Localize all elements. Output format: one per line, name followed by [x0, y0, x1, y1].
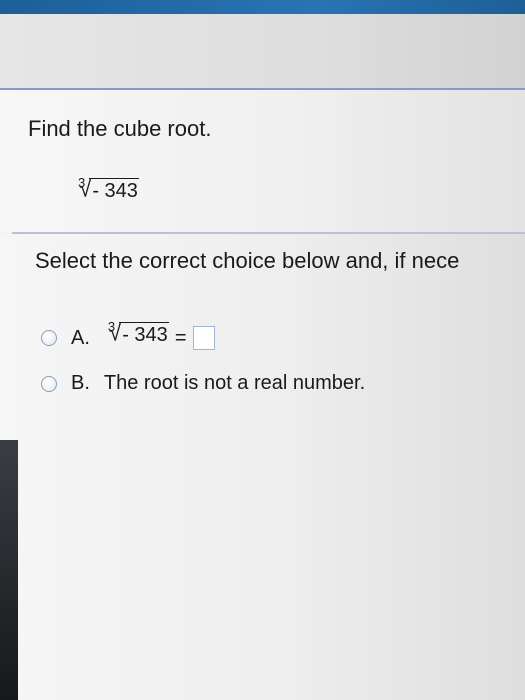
question-panel [0, 90, 525, 232]
choice-b-label: B. [71, 372, 90, 394]
answer-input-box[interactable] [192, 326, 215, 350]
choice-b-radio[interactable] [41, 375, 57, 392]
choice-a-radio[interactable] [41, 330, 57, 346]
question-prompt: Find the cube root. [28, 116, 212, 141]
instruction-text: Select the correct choice below and, if … [35, 248, 460, 273]
question-page: Find the cube root. 3 √ - 343 Select the… [0, 0, 525, 700]
device-bezel [0, 440, 18, 700]
answer-panel [0, 234, 525, 700]
radical-sign-icon: √ [79, 175, 92, 202]
header-band [0, 14, 525, 88]
radicand: - 343 [89, 178, 139, 202]
choice-b[interactable]: B. The root is not a real number. [41, 372, 365, 395]
choice-a-label: A. [71, 326, 90, 349]
choice-a-cube-root-expression: 3 √ - 343 [108, 319, 169, 346]
radical-sign-icon: √ [109, 319, 122, 346]
top-toolbar [0, 0, 525, 14]
radicand: - 343 [119, 322, 169, 346]
choice-b-text: The root is not a real number. [103, 372, 366, 394]
choice-a[interactable]: A. 3 √ - 343 = [41, 320, 215, 350]
question-cube-root-expression: 3 √ - 343 [78, 175, 139, 202]
equals-sign: = [174, 326, 187, 349]
